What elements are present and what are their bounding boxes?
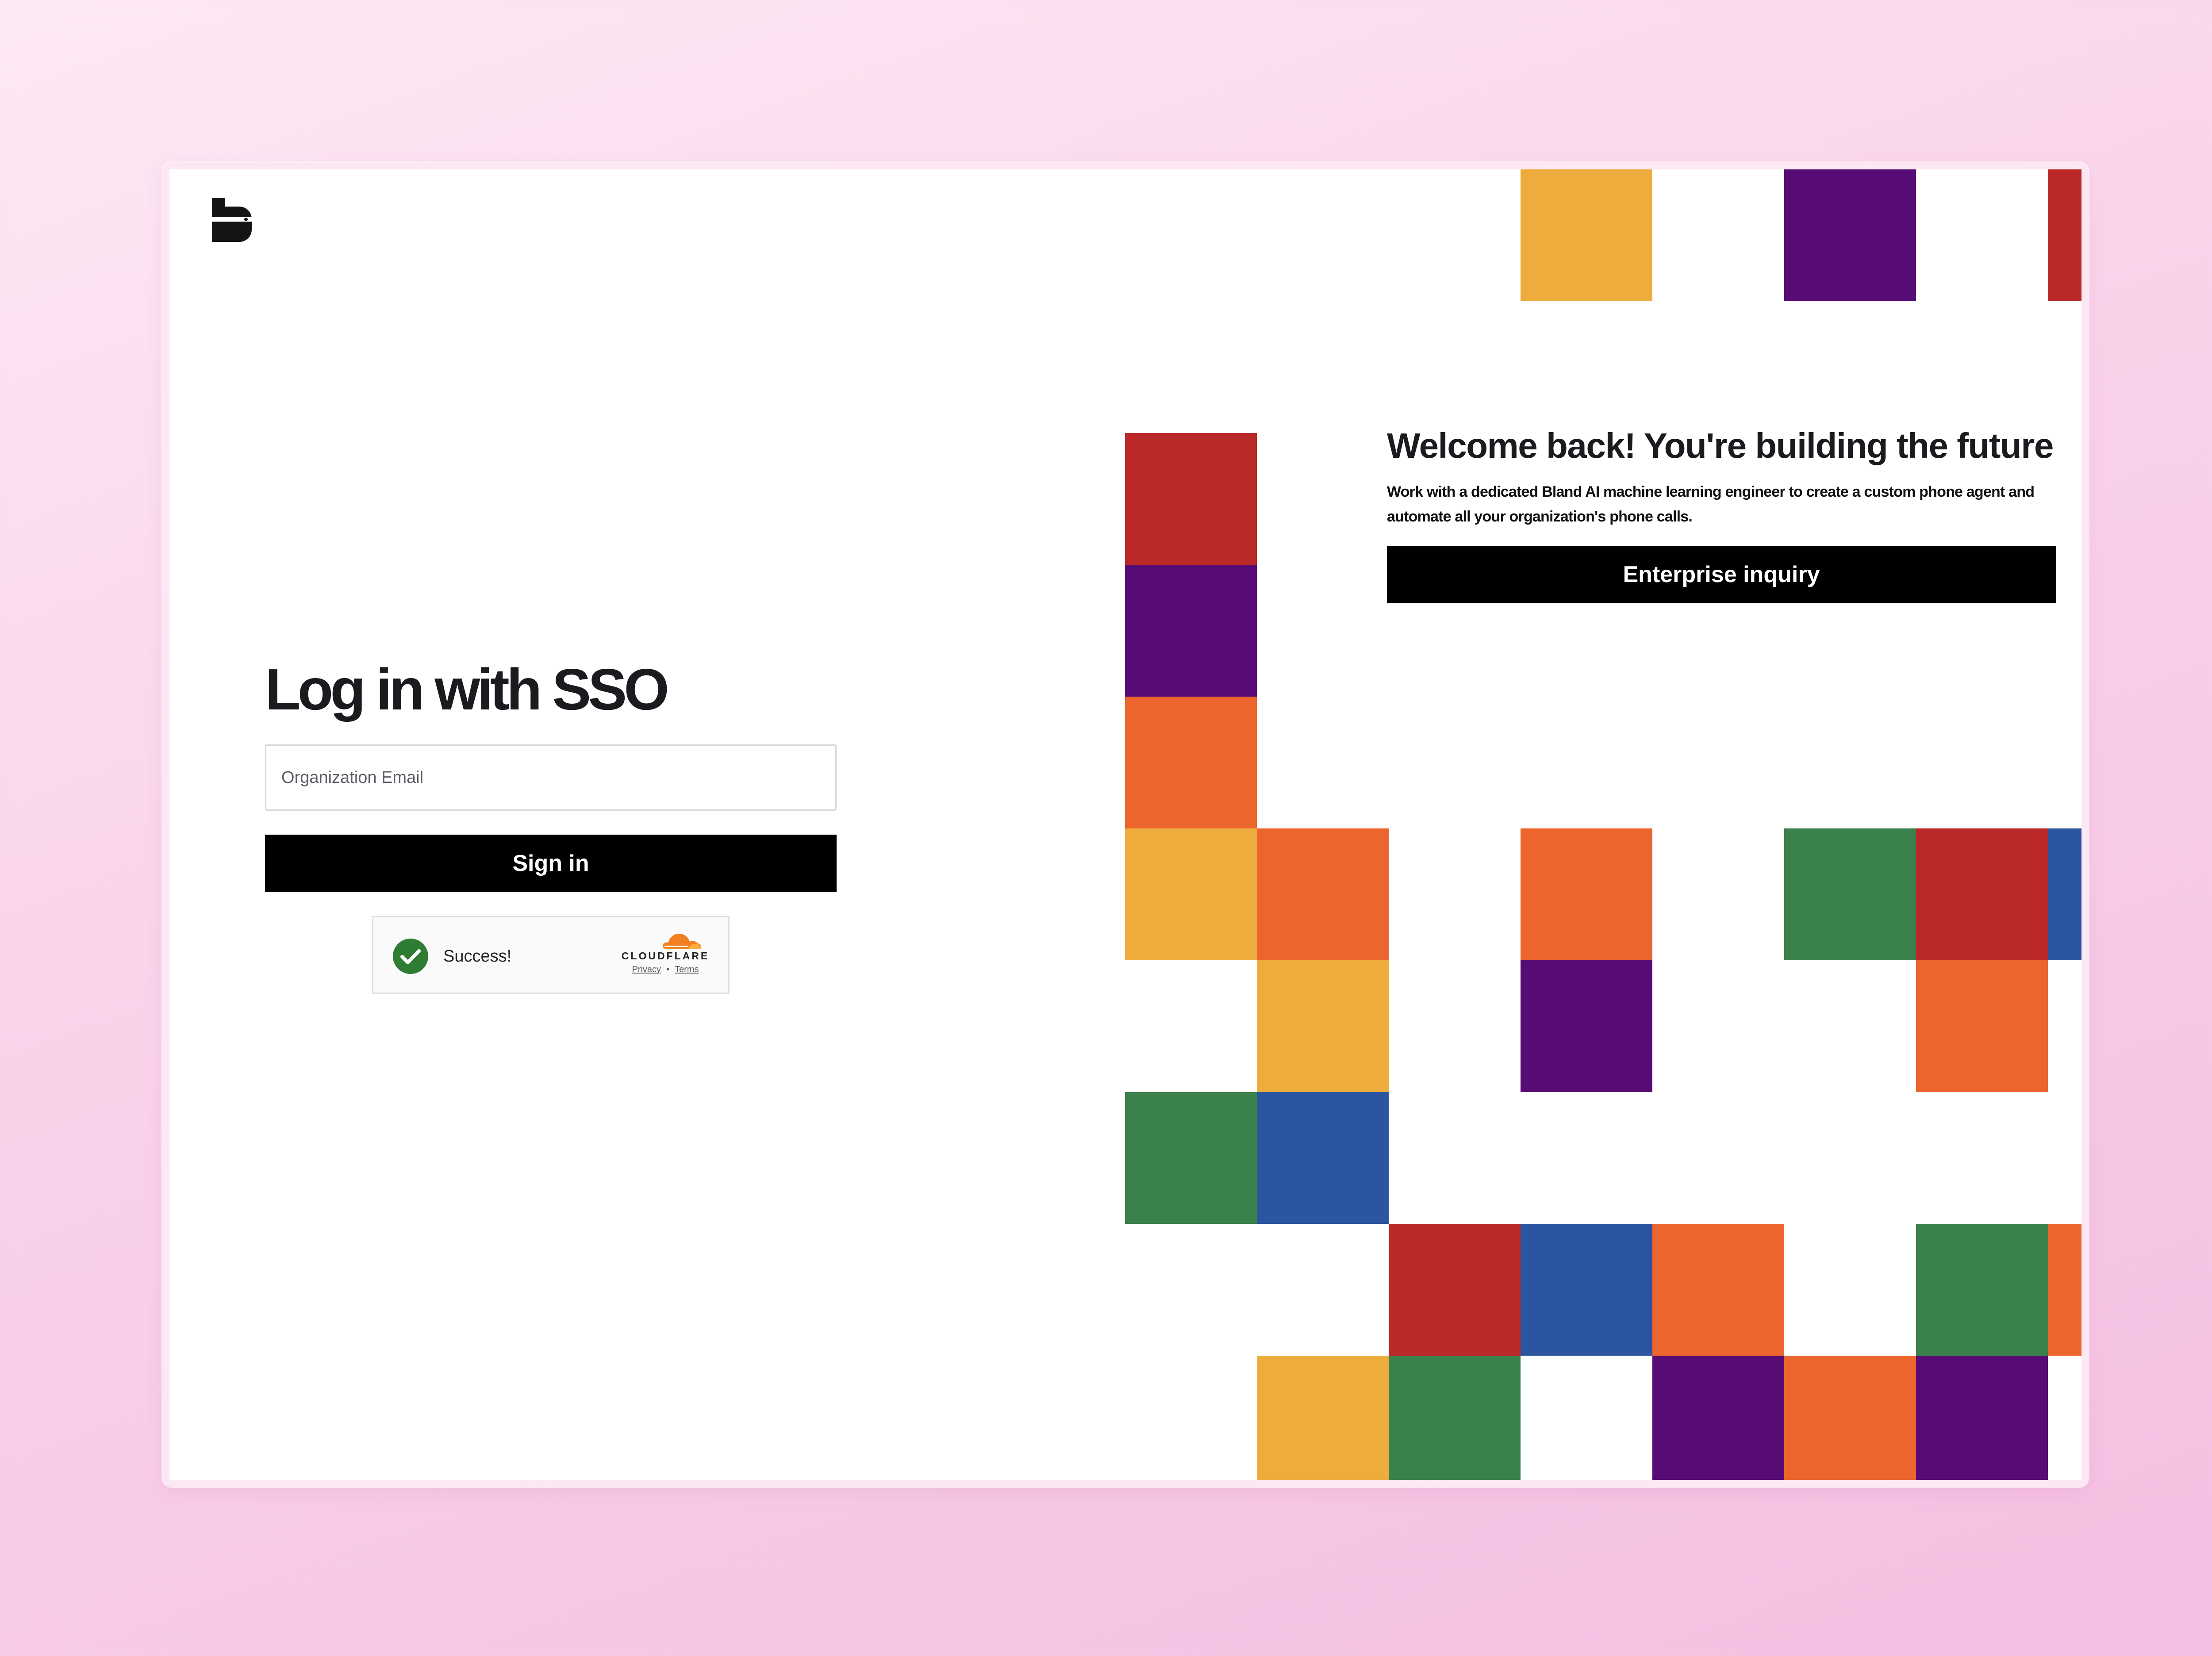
success-check-icon (393, 939, 428, 974)
color-tile-red (2048, 169, 2081, 301)
color-tile-blue (2048, 828, 2081, 960)
color-tile-orange (2048, 1224, 2081, 1356)
color-tile-yellow (1257, 960, 1389, 1092)
cloudflare-branding: CLOUDFLARE Privacy • Terms (621, 930, 710, 975)
page-title: Log in with SSO (265, 657, 669, 722)
privacy-link[interactable]: Privacy (632, 965, 661, 974)
login-page: Log in with SSO Sign in Success! CLOUDFL… (169, 169, 2081, 1480)
color-tile-orange (1652, 1224, 1784, 1356)
color-tile-red (1389, 1224, 1521, 1356)
color-tile-green (1784, 828, 1916, 960)
sign-in-button[interactable]: Sign in (265, 835, 837, 892)
color-tile-red (1916, 828, 2048, 960)
promo-title: Welcome back! You're building the future (1387, 426, 2054, 465)
color-tile-yellow (1521, 169, 1652, 301)
bland-logo[interactable] (212, 198, 252, 242)
promo-description: Work with a dedicated Bland AI machine l… (1387, 483, 2035, 525)
color-tile-orange (1916, 960, 2048, 1092)
color-tile-orange (1521, 828, 1652, 960)
cloudflare-cloud-icon (663, 933, 702, 949)
browser-window: Log in with SSO Sign in Success! CLOUDFL… (162, 162, 2089, 1487)
color-tile-blue (1521, 1224, 1652, 1356)
color-tile-green (1916, 1224, 2048, 1356)
cloudflare-captcha-widget: Success! CLOUDFLARE Privacy • Terms (372, 916, 730, 994)
color-tile-purple (1784, 169, 1916, 301)
terms-link[interactable]: Terms (675, 965, 699, 974)
color-tile-purple (1652, 1356, 1784, 1480)
enterprise-promo: Welcome back! You're building the future… (1387, 427, 2056, 603)
color-tile-orange (1257, 828, 1389, 960)
captcha-status: Success! (443, 947, 512, 966)
color-tile-red (1125, 433, 1257, 565)
link-separator: • (666, 965, 670, 974)
color-tile-purple (1125, 565, 1257, 697)
color-tile-purple (1916, 1356, 2048, 1480)
color-tile-blue (1257, 1092, 1389, 1224)
color-tile-orange (1125, 697, 1257, 828)
color-tile-yellow (1125, 828, 1257, 960)
color-tile-orange (1784, 1356, 1916, 1480)
enterprise-inquiry-button[interactable]: Enterprise inquiry (1387, 546, 2056, 603)
organization-email-input[interactable] (265, 744, 837, 811)
sso-login-form: Log in with SSO Sign in Success! CLOUDFL… (265, 660, 837, 994)
color-tile-yellow (1257, 1356, 1389, 1480)
color-tile-green (1389, 1356, 1521, 1480)
color-tile-green (1125, 1092, 1257, 1224)
color-tile-purple (1521, 960, 1652, 1092)
cloudflare-wordmark: CLOUDFLARE (621, 950, 710, 962)
captcha-links: Privacy • Terms (621, 965, 710, 975)
